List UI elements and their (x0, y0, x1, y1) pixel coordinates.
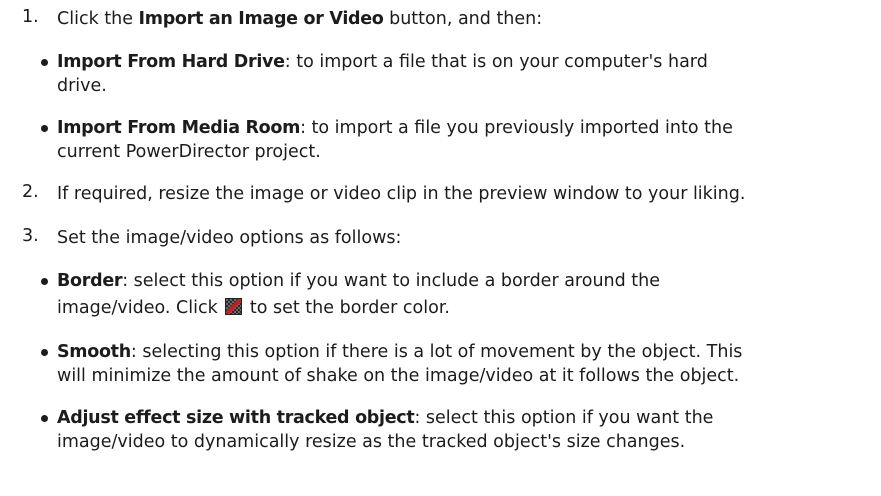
border-color-icon[interactable] (225, 298, 243, 315)
option-border: Border: select this option if you want t… (57, 271, 661, 291)
bullet-icon (41, 278, 48, 285)
bullet-icon (41, 125, 48, 132)
option-adjust-effect-size: Adjust effect size with tracked object: … (57, 408, 714, 428)
option-adjust-effect-size-cont: image/video to dynamically resize as the… (57, 432, 686, 452)
step-number: 3. (22, 226, 39, 246)
step-number: 2. (22, 182, 39, 202)
option-import-hard-drive-cont: drive. (57, 76, 107, 96)
step-3-text: Set the image/video options as follows: (57, 228, 402, 248)
step-1-text: Click the Import an Image or Video butto… (57, 9, 543, 29)
option-border-cont: image/video. Click to set the border col… (57, 298, 450, 318)
option-import-media-room-cont: current PowerDirector project. (57, 142, 321, 162)
option-smooth: Smooth: selecting this option if there i… (57, 342, 743, 362)
step-2-text: If required, resize the image or video c… (57, 184, 746, 204)
bullet-icon (41, 415, 48, 422)
bullet-icon (41, 59, 48, 66)
option-smooth-cont: will minimize the amount of shake on the… (57, 366, 740, 386)
import-button-label: Import an Image or Video (138, 9, 384, 29)
option-import-hard-drive: Import From Hard Drive: to import a file… (57, 52, 708, 72)
step-number: 1. (22, 7, 39, 27)
option-import-media-room: Import From Media Room: to import a file… (57, 118, 733, 138)
bullet-icon (41, 349, 48, 356)
